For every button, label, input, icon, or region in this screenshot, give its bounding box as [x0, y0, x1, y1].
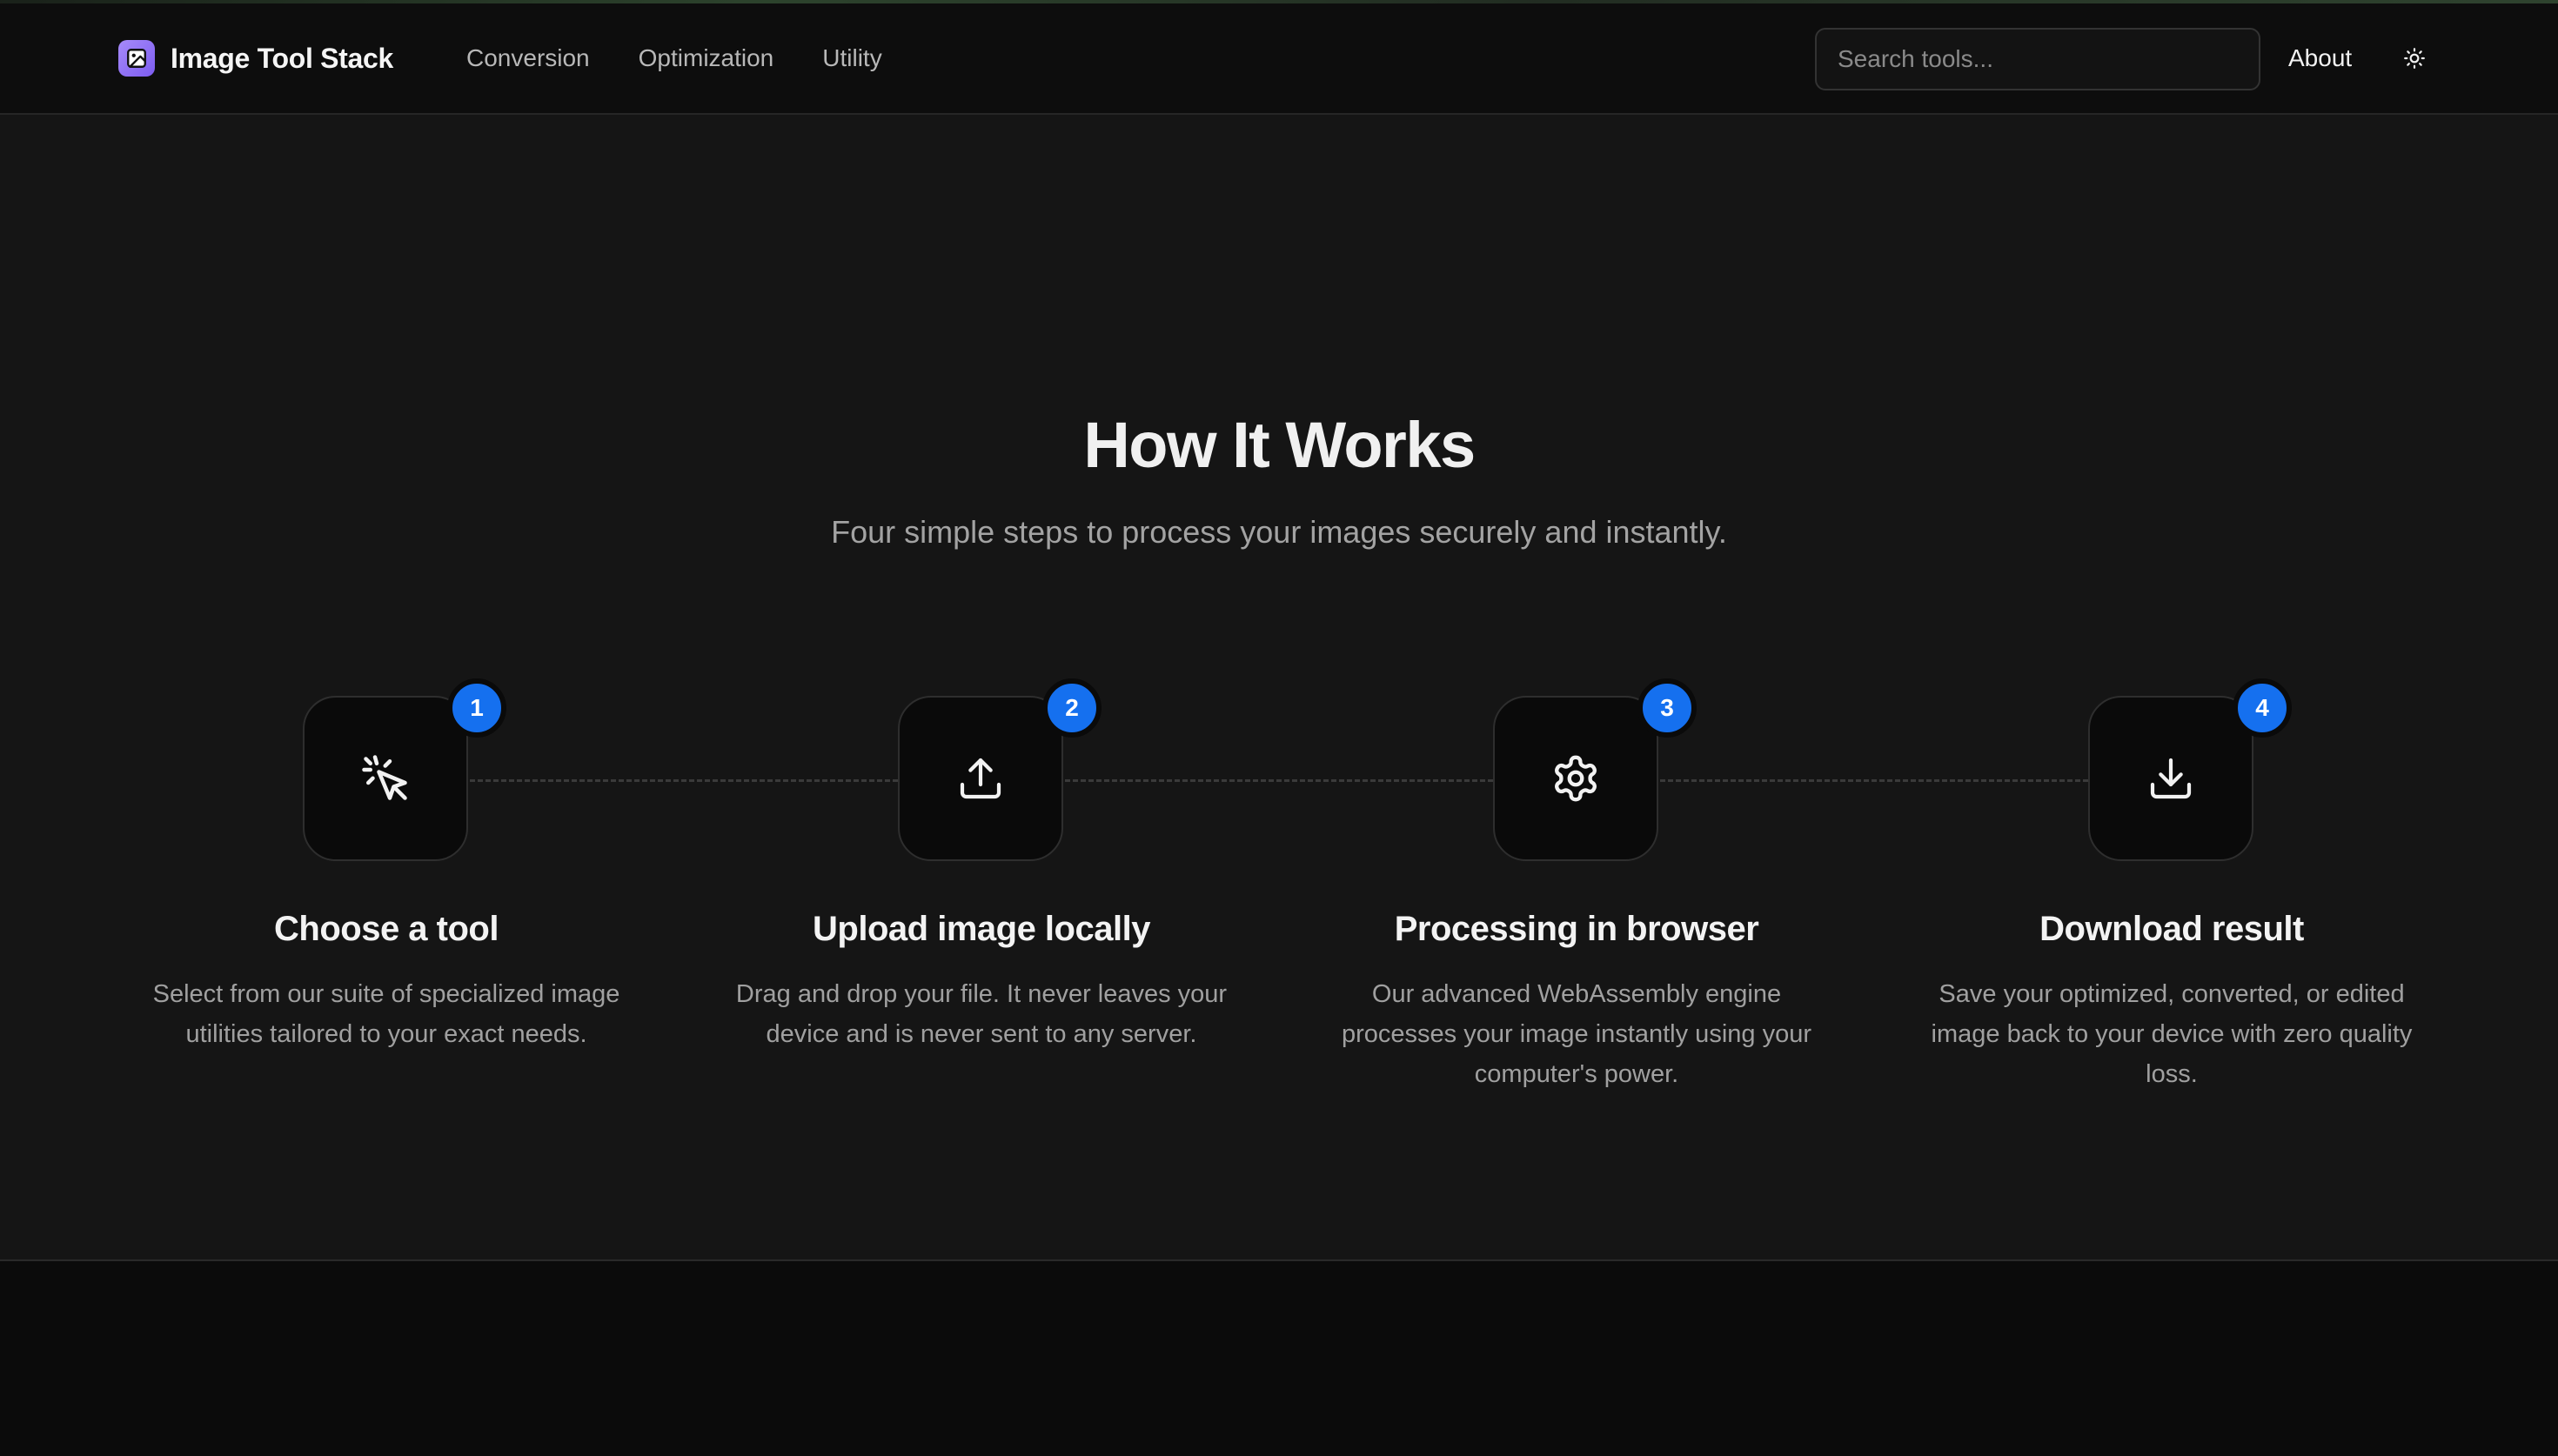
step-number-badge: 2 — [1042, 678, 1102, 738]
step-description: Drag and drop your file. It never leaves… — [735, 980, 1228, 1048]
download-icon — [2150, 758, 2192, 799]
image-logo-icon — [118, 40, 155, 77]
step-title: Upload image locally — [813, 910, 1150, 948]
top-navigation-bar: Image Tool Stack Conversion Optimization… — [0, 0, 2558, 115]
step-connector-1-2 — [470, 779, 898, 782]
top-accent-line — [0, 0, 2558, 3]
brand-name: Image Tool Stack — [171, 42, 394, 74]
main-nav: Conversion Optimization Utility — [466, 40, 882, 77]
sun-icon — [2404, 48, 2425, 69]
step-title: Processing in browser — [1394, 910, 1759, 948]
step-number-badge: 3 — [1637, 678, 1697, 738]
step-connector-3-4 — [1660, 779, 2088, 782]
step-description: Save your optimized, converted, or edite… — [1931, 980, 2413, 1088]
step-icon-box — [303, 696, 468, 861]
step-icon-box — [898, 696, 1063, 861]
gear-icon — [1555, 755, 1597, 802]
nav-item-optimization[interactable]: Optimization — [639, 44, 774, 72]
step-icon-box — [2088, 696, 2253, 861]
step-title: Choose a tool — [274, 910, 499, 948]
search-input[interactable] — [1815, 28, 2260, 90]
step-description: Our advanced WebAssembly engine processe… — [1342, 980, 1811, 1088]
nav-item-conversion[interactable]: Conversion — [466, 44, 590, 72]
nav-item-utility[interactable]: Utility — [822, 44, 881, 72]
section-subtitle: Four simple steps to process your images… — [831, 514, 1727, 550]
theme-toggle-button[interactable] — [2398, 42, 2431, 75]
how-it-works-section: How It Works Four simple steps to proces… — [0, 115, 2558, 1261]
brand-logo-link[interactable]: Image Tool Stack — [118, 40, 393, 77]
pointer-click-icon — [362, 755, 407, 800]
about-link[interactable]: About — [2288, 40, 2352, 77]
upload-icon — [960, 758, 1001, 799]
section-title: How It Works — [1083, 409, 1476, 481]
step-description: Select from our suite of specialized ima… — [152, 980, 620, 1048]
step-number-badge: 4 — [2233, 678, 2292, 738]
step-number-badge: 1 — [447, 678, 506, 738]
step-title: Download result — [2039, 910, 2304, 948]
footer-area — [0, 1261, 2558, 1456]
step-connector-2-3 — [1065, 779, 1493, 782]
step-icon-box — [1493, 696, 1658, 861]
